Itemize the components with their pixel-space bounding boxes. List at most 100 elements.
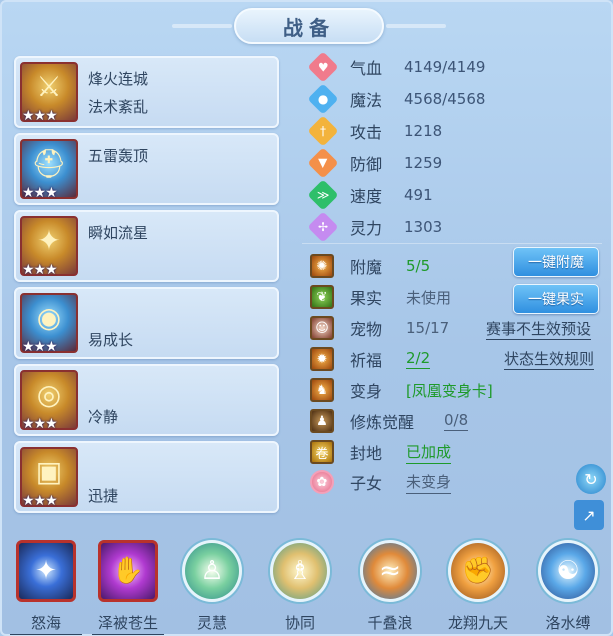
skill-card[interactable]: ▣ ★★★ 迅捷 bbox=[14, 441, 279, 513]
event-preset-link[interactable]: 赛事不生效预设 bbox=[486, 318, 592, 340]
scroll-icon: 卷 bbox=[310, 440, 334, 464]
skill-label: 龙翔九天 bbox=[447, 614, 508, 632]
stat-value: 1259 bbox=[404, 154, 443, 172]
skill-label: 洛水缚 bbox=[545, 614, 591, 632]
skill-card[interactable]: ◉ ★★★ 易成长 bbox=[14, 287, 279, 359]
share-icon[interactable]: ↗ bbox=[574, 500, 604, 530]
skill-card[interactable]: ✦ ★★★ 瞬如流星 bbox=[14, 210, 279, 282]
extra-value: 5/5 bbox=[406, 257, 431, 275]
water-dragon-icon: ☯ bbox=[538, 540, 598, 602]
bottom-skill[interactable]: ✊ 龙翔九天 bbox=[442, 540, 514, 636]
stat-hp: ♥ 气血 4149/4149 bbox=[307, 51, 486, 83]
wisdom-figure-icon: ♙ bbox=[182, 540, 242, 602]
stat-label: 防御 bbox=[350, 155, 383, 174]
skill-card[interactable]: ⛑ ★★★ 五雷轰顶 bbox=[14, 133, 279, 205]
extra-transform[interactable]: ♞ 变身 [凤凰变身卡] bbox=[310, 376, 493, 404]
blessing-icon: ✹ bbox=[310, 347, 334, 371]
one-click-enchant-button[interactable]: 一键附魔 bbox=[513, 247, 599, 277]
star-rating: ★★★ bbox=[22, 339, 58, 355]
stat-label: 气血 bbox=[350, 59, 383, 78]
stat-value: 4149/4149 bbox=[404, 58, 486, 76]
extra-enchant[interactable]: ✺ 附魔 5/5 bbox=[310, 252, 430, 280]
fruit-icon: ❦ bbox=[310, 285, 334, 309]
pet-avatar-icon: ☺ bbox=[310, 316, 334, 340]
skill-label: 协同 bbox=[284, 614, 315, 632]
bottom-skill[interactable]: ♙ 灵慧 bbox=[176, 540, 248, 636]
stat-defense: ▼ 防御 1259 bbox=[307, 147, 443, 179]
skill-label: 怒海 bbox=[10, 612, 82, 635]
speed-icon: ≫ bbox=[307, 179, 339, 211]
spirit-icon: ✢ bbox=[307, 211, 339, 243]
title-banner: 战备 bbox=[172, 8, 446, 44]
star-rating: ★★★ bbox=[22, 493, 58, 509]
extra-value[interactable]: 已加成 bbox=[406, 441, 452, 464]
divider bbox=[302, 243, 602, 244]
extra-label: 变身 bbox=[350, 382, 383, 401]
stat-spirit: ✢ 灵力 1303 bbox=[307, 211, 443, 243]
stat-value: 1303 bbox=[404, 218, 443, 236]
extra-value: 15/17 bbox=[406, 319, 450, 337]
skill-card[interactable]: ◎ ★★★ 冷静 bbox=[14, 364, 279, 436]
extra-label: 附魔 bbox=[350, 258, 383, 277]
extra-pet[interactable]: ☺ 宠物 15/17 bbox=[310, 314, 449, 342]
extra-fief[interactable]: 卷 封地 已加成 bbox=[310, 438, 452, 466]
skill-name: 瞬如流星 bbox=[88, 224, 149, 242]
star-rating: ★★★ bbox=[22, 416, 58, 432]
extra-label: 宠物 bbox=[350, 320, 383, 339]
heart-icon: ♥ bbox=[307, 51, 339, 83]
stat-value: 1218 bbox=[404, 122, 443, 140]
stat-speed: ≫ 速度 491 bbox=[307, 179, 433, 211]
extra-value[interactable]: 未变身 bbox=[406, 471, 452, 494]
extra-blessing[interactable]: ✹ 祈福 2/2 bbox=[310, 345, 431, 373]
skill-card[interactable]: ⚔ ★★★ 烽火连城 法术紊乱 bbox=[14, 56, 279, 128]
extra-value[interactable]: 2/2 bbox=[406, 349, 431, 369]
skill-name: 法术紊乱 bbox=[88, 98, 149, 116]
refresh-icon[interactable]: ↻ bbox=[576, 464, 606, 494]
one-click-fruit-button[interactable]: 一键果实 bbox=[513, 284, 599, 314]
sea-orb-icon: ✦ bbox=[16, 540, 76, 602]
skill-label: 泽被苍生 bbox=[92, 612, 164, 635]
page-title: 战备 bbox=[283, 15, 335, 40]
skill-label: 灵慧 bbox=[196, 614, 227, 632]
star-rating: ★★★ bbox=[22, 262, 58, 278]
wave-icon: ≈ bbox=[360, 540, 420, 602]
skill-name: 烽火连城 bbox=[88, 70, 149, 88]
shield-icon: ▼ bbox=[307, 147, 339, 179]
bottom-skill[interactable]: ✋ 泽被苍生 bbox=[92, 540, 164, 636]
stat-value: 4568/4568 bbox=[404, 90, 486, 108]
bottom-skill[interactable]: ☯ 洛水缚 bbox=[532, 540, 604, 636]
skill-name: 易成长 bbox=[88, 331, 134, 349]
skill-name: 迅捷 bbox=[88, 487, 119, 505]
lotus-icon: ✿ bbox=[310, 470, 334, 494]
extra-fruit[interactable]: ❦ 果实 未使用 bbox=[310, 283, 451, 311]
extra-label: 子女 bbox=[350, 474, 383, 493]
transform-icon: ♞ bbox=[310, 378, 334, 402]
stat-value: 491 bbox=[404, 186, 433, 204]
status-rules-link[interactable]: 状态生效规则 bbox=[504, 348, 595, 370]
bottom-skill[interactable]: ♗ 协同 bbox=[264, 540, 336, 636]
twin-figure-icon: ♗ bbox=[270, 540, 330, 602]
bottom-skill[interactable]: ≈ 千叠浪 bbox=[354, 540, 426, 636]
bottom-skill[interactable]: ✦ 怒海 bbox=[10, 540, 82, 636]
extra-label: 封地 bbox=[350, 444, 383, 463]
extra-child[interactable]: ✿ 子女 未变身 bbox=[310, 468, 452, 496]
extra-value[interactable]: 0/8 bbox=[444, 411, 469, 431]
mana-icon: ● bbox=[307, 83, 339, 115]
extra-label: 祈福 bbox=[350, 351, 383, 370]
stat-label: 速度 bbox=[350, 187, 383, 206]
extra-value: 未使用 bbox=[406, 288, 452, 307]
star-rating: ★★★ bbox=[22, 108, 58, 124]
stat-attack: † 攻击 1218 bbox=[307, 115, 443, 147]
enchant-icon: ✺ bbox=[310, 254, 334, 278]
dragon-fist-icon: ✊ bbox=[448, 540, 508, 602]
purple-hand-icon: ✋ bbox=[98, 540, 158, 602]
battle-prep-panel: 战备 ⚔ ★★★ 烽火连城 法术紊乱 ⛑ ★★★ 五雷轰顶 ✦ ★★★ 瞬如流星… bbox=[0, 0, 613, 636]
stat-label: 攻击 bbox=[350, 123, 383, 142]
skill-label: 千叠浪 bbox=[367, 614, 413, 632]
sword-icon: † bbox=[307, 115, 339, 147]
stat-mp: ● 魔法 4568/4568 bbox=[307, 83, 486, 115]
extra-label: 修炼觉醒 bbox=[350, 413, 415, 432]
extra-cultivation[interactable]: ♟ 修炼觉醒 0/8 bbox=[310, 407, 469, 435]
extra-value: [凤凰变身卡] bbox=[406, 381, 493, 400]
skill-name: 五雷轰顶 bbox=[88, 147, 149, 165]
